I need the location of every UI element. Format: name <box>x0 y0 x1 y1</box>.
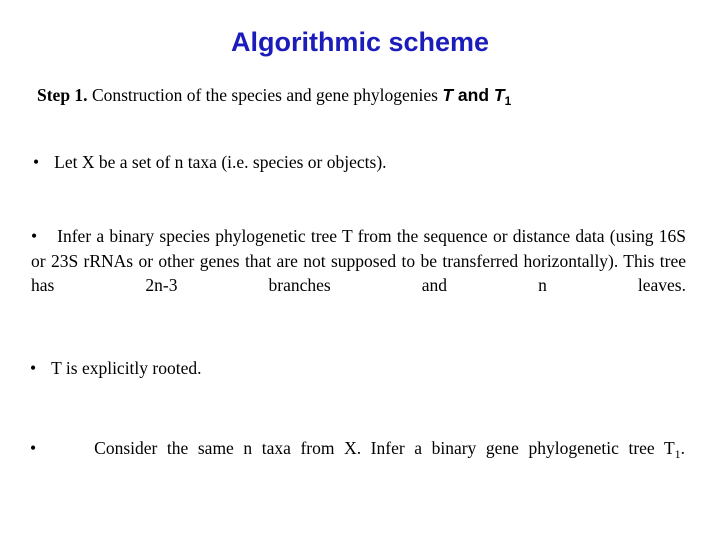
step-conjunction: and <box>453 85 494 105</box>
gene-tree-subscript: 1 <box>504 93 512 108</box>
bullet-icon: • <box>30 358 37 378</box>
slide-body: Step 1. Construction of the species and … <box>30 84 690 461</box>
page-title: Algorithmic scheme <box>230 27 490 57</box>
list-item: • T is explicitly rooted. <box>30 356 670 381</box>
species-tree-symbol: T <box>442 85 454 105</box>
list-item: • Consider the same n taxa from X. Infer … <box>30 436 685 491</box>
list-item: • Let X be a set of n taxa (i.e. species … <box>33 150 673 175</box>
step-heading: Step 1. Construction of the species and … <box>37 84 690 112</box>
list-item: • Infer a binary species phylogenetic tre… <box>31 224 686 322</box>
bullet-icon: • <box>31 226 38 246</box>
bullet-taxa-set-text: Let X be a set of n taxa (i.e. species o… <box>54 152 387 172</box>
gene-tree-symbol: T <box>493 85 505 105</box>
bullet-infer-species-tree-text: Infer a binary species phylogenetic tree… <box>31 226 687 295</box>
slide-canvas: Algorithmic scheme Step 1. Construction … <box>0 0 720 540</box>
bullet-icon: • <box>30 438 37 458</box>
step-description: Construction of the species and gene phy… <box>87 85 443 105</box>
bullet-infer-gene-tree-text: Consider the same n taxa from X. Infer a… <box>94 438 685 461</box>
bullet-icon: • <box>33 152 40 172</box>
bullet-t-rooted-text: T is explicitly rooted. <box>51 358 202 378</box>
step-label: Step 1. <box>37 85 88 105</box>
